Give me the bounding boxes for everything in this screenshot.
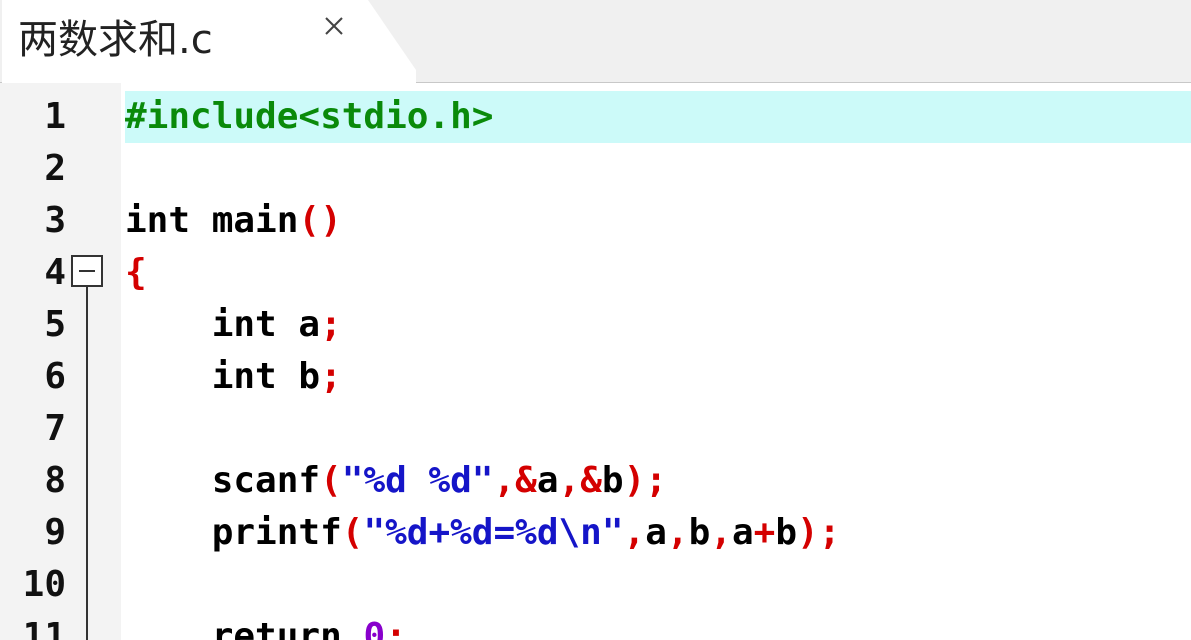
tab-bar: 两数求和.c — [0, 0, 1191, 83]
code-line: return 0; — [125, 611, 407, 640]
code-token: ,& — [493, 460, 537, 501]
code-token: a — [645, 512, 667, 553]
code-token: + — [753, 512, 776, 553]
line-number: 3 — [44, 200, 66, 241]
code-line: #include<stdio.h> — [125, 91, 493, 143]
line-number: 1 — [44, 96, 66, 137]
line-number: 7 — [44, 408, 66, 449]
code-token: ,& — [558, 460, 602, 501]
code-token: () — [298, 200, 342, 241]
editor-window: 两数求和.c 1 2 3 4 5 6 7 8 9 10 11 #include<stdio.h> in… — [0, 0, 1191, 640]
code-token: #include<stdio.h> — [125, 96, 494, 137]
code-token: ( — [320, 460, 342, 501]
code-editor[interactable]: 1 2 3 4 5 6 7 8 9 10 11 #include<stdio.h> int main(… — [0, 83, 1191, 640]
tab-title: 两数求和.c — [18, 17, 213, 63]
code-line: int a; — [125, 299, 342, 351]
fold-range-line — [86, 287, 88, 640]
line-number: 4 — [44, 252, 66, 293]
code-token: int — [125, 200, 191, 241]
code-text-area[interactable]: #include<stdio.h> int main() { int a; int … — [121, 83, 1191, 640]
line-number: 11 — [22, 616, 66, 640]
code-token: b — [601, 460, 624, 501]
line-number: 6 — [44, 356, 66, 397]
close-glyph — [325, 17, 343, 35]
code-token: ; — [320, 356, 342, 397]
close-icon[interactable] — [318, 12, 352, 42]
code-token: scanf — [125, 460, 321, 501]
line-number-gutter: 1 2 3 4 5 6 7 8 9 10 11 — [0, 83, 121, 640]
code-line: { — [125, 247, 147, 299]
code-token: int — [125, 304, 277, 345]
code-token: , — [710, 512, 732, 553]
code-token: int — [125, 356, 277, 397]
line-number: 2 — [44, 148, 66, 189]
code-token: ( — [341, 512, 364, 553]
line-number: 10 — [22, 564, 66, 605]
code-line: scanf("%d %d",&a,&b); — [125, 455, 667, 507]
code-token: return — [125, 616, 342, 640]
line-number: 8 — [44, 460, 66, 501]
code-token: a — [731, 512, 754, 553]
code-token: b — [775, 512, 798, 553]
code-token: , — [666, 512, 689, 553]
code-token: ; — [320, 304, 342, 345]
code-token: b — [688, 512, 711, 553]
code-token: ); — [623, 460, 667, 501]
fold-toggle-icon[interactable] — [71, 255, 103, 287]
code-token: a — [276, 304, 321, 345]
line-number: 9 — [44, 512, 66, 553]
code-line: int main() — [125, 195, 342, 247]
code-token: ; — [385, 616, 407, 640]
code-line: int b; — [125, 351, 342, 403]
code-line: printf("%d+%d=%d\n",a,b,a+b); — [125, 507, 841, 559]
code-token: { — [125, 252, 147, 293]
code-token: "%d %d" — [341, 460, 494, 501]
tab-file[interactable]: 两数求和.c — [2, 0, 416, 83]
code-token: 0 — [363, 616, 386, 640]
code-token: main — [190, 200, 299, 241]
code-token: , — [623, 512, 646, 553]
code-token: b — [276, 356, 321, 397]
line-number: 5 — [44, 304, 66, 345]
code-token: ); — [797, 512, 841, 553]
code-token: a — [536, 460, 559, 501]
code-token: printf — [125, 512, 342, 553]
code-token: "%d+%d=%d\n" — [363, 512, 624, 553]
